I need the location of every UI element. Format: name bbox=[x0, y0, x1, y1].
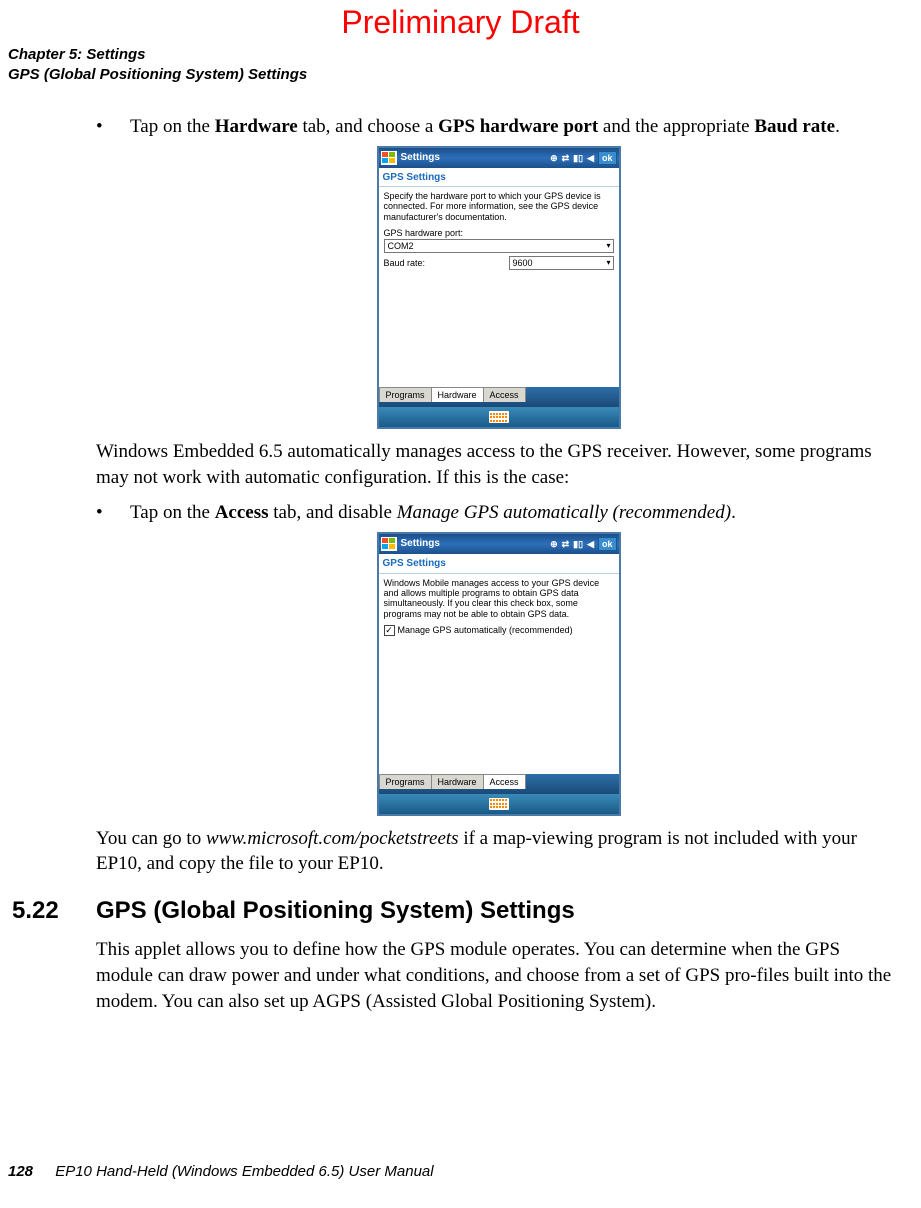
volume-icon[interactable]: ◀ bbox=[587, 152, 594, 164]
bullet-marker: • bbox=[96, 114, 130, 140]
title-bar: Settings ⊕ ⇄ ▮▯ ◀ ok bbox=[379, 148, 619, 168]
description-text: Windows Mobile manages access to your GP… bbox=[384, 578, 614, 619]
ok-button[interactable]: ok bbox=[598, 151, 617, 165]
body-paragraph: Windows Embedded 6.5 automatically manag… bbox=[96, 439, 901, 490]
page-content: • Tap on the Hardware tab, and choose a … bbox=[0, 84, 921, 1014]
connection-icon[interactable]: ⊕ bbox=[550, 152, 558, 164]
tab-bar: Programs Hardware Access bbox=[379, 774, 619, 794]
bullet-marker: • bbox=[96, 500, 130, 526]
tab-programs[interactable]: Programs bbox=[379, 774, 432, 789]
port-select[interactable]: COM2 bbox=[384, 239, 614, 253]
screen-subtitle: GPS Settings bbox=[379, 554, 619, 574]
watermark: Preliminary Draft bbox=[0, 0, 921, 45]
start-icon[interactable] bbox=[381, 151, 397, 165]
footer-doc-title: EP10 Hand-Held (Windows Embedded 6.5) Us… bbox=[55, 1163, 433, 1180]
bullet-item: • Tap on the Hardware tab, and choose a … bbox=[96, 114, 901, 140]
page-footer: 128 EP10 Hand-Held (Windows Embedded 6.5… bbox=[8, 1163, 434, 1180]
page-header: Chapter 5: Settings GPS (Global Position… bbox=[0, 45, 921, 84]
bullet-text: Tap on the Access tab, and disable Manag… bbox=[130, 500, 901, 526]
connection-icon[interactable]: ⊕ bbox=[550, 538, 558, 550]
signal-icon[interactable]: ▮▯ bbox=[573, 152, 583, 164]
screen-subtitle: GPS Settings bbox=[379, 168, 619, 188]
sip-bar bbox=[379, 407, 619, 427]
ok-button[interactable]: ok bbox=[598, 537, 617, 551]
sip-bar bbox=[379, 794, 619, 814]
start-icon[interactable] bbox=[381, 537, 397, 551]
tab-hardware[interactable]: Hardware bbox=[431, 387, 484, 402]
screenshot-access-tab: Settings ⊕ ⇄ ▮▯ ◀ ok GPS Settings Window… bbox=[377, 532, 621, 816]
window-title: Settings bbox=[401, 151, 440, 165]
keyboard-icon[interactable] bbox=[489, 798, 509, 810]
baud-label: Baud rate: bbox=[384, 258, 426, 268]
sync-icon[interactable]: ⇄ bbox=[562, 538, 570, 550]
checkbox-label: Manage GPS automatically (recommended) bbox=[398, 625, 573, 635]
volume-icon[interactable]: ◀ bbox=[587, 538, 594, 550]
section-title: GPS (Global Positioning System) Settings bbox=[96, 895, 575, 927]
tab-hardware[interactable]: Hardware bbox=[431, 774, 484, 789]
header-section: GPS (Global Positioning System) Settings bbox=[8, 65, 921, 85]
section-number: 5.22 bbox=[0, 895, 96, 927]
sync-icon[interactable]: ⇄ bbox=[562, 152, 570, 164]
window-title: Settings bbox=[401, 537, 440, 551]
keyboard-icon[interactable] bbox=[489, 411, 509, 423]
tab-access[interactable]: Access bbox=[483, 774, 526, 789]
signal-icon[interactable]: ▮▯ bbox=[573, 538, 583, 550]
page-number: 128 bbox=[8, 1163, 33, 1180]
description-text: Specify the hardware port to which your … bbox=[384, 191, 614, 222]
manage-gps-checkbox[interactable]: ✓ bbox=[384, 625, 395, 636]
body-paragraph: This applet allows you to define how the… bbox=[96, 937, 901, 1014]
header-chapter: Chapter 5: Settings bbox=[8, 45, 921, 65]
tab-access[interactable]: Access bbox=[483, 387, 526, 402]
screenshot-hardware-tab: Settings ⊕ ⇄ ▮▯ ◀ ok GPS Settings Specif… bbox=[377, 146, 621, 430]
bullet-text: Tap on the Hardware tab, and choose a GP… bbox=[130, 114, 901, 140]
body-paragraph: You can go to www.microsoft.com/pocketst… bbox=[96, 826, 901, 877]
tab-bar: Programs Hardware Access bbox=[379, 387, 619, 407]
section-heading: 5.22 GPS (Global Positioning System) Set… bbox=[96, 895, 901, 927]
bullet-item: • Tap on the Access tab, and disable Man… bbox=[96, 500, 901, 526]
title-bar: Settings ⊕ ⇄ ▮▯ ◀ ok bbox=[379, 534, 619, 554]
port-label: GPS hardware port: bbox=[384, 228, 614, 238]
tab-programs[interactable]: Programs bbox=[379, 387, 432, 402]
baud-select[interactable]: 9600 bbox=[509, 256, 614, 270]
